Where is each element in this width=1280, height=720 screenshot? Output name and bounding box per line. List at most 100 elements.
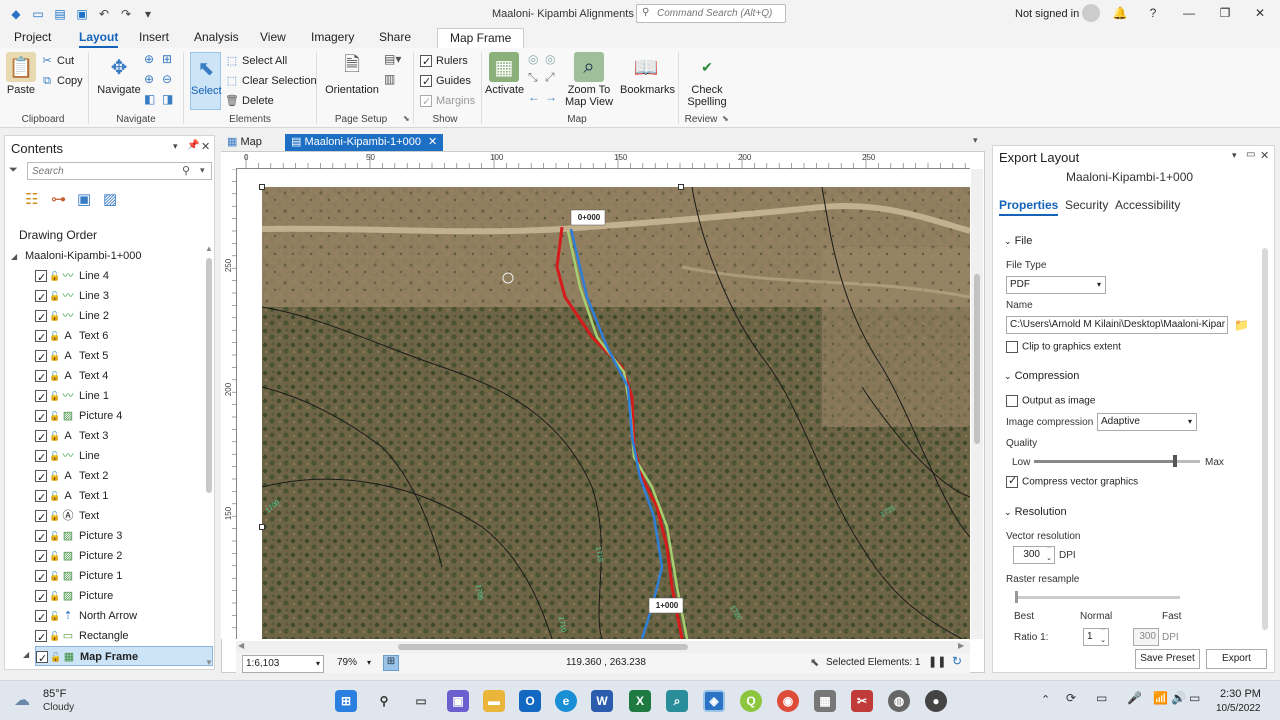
select-button[interactable]: ⬉ Select bbox=[190, 52, 222, 110]
tab-map-frame[interactable]: Map Frame bbox=[437, 28, 525, 48]
tabs-overflow-icon[interactable]: ▾ bbox=[973, 135, 978, 146]
forward-arrow-icon[interactable]: → bbox=[545, 90, 557, 104]
check-spelling-button[interactable]: ✔ Check Spelling bbox=[686, 52, 728, 108]
page-margins-icon[interactable]: ▥ bbox=[384, 72, 395, 86]
task-view-icon[interactable]: ▭ bbox=[410, 690, 432, 712]
browse-folder-icon[interactable]: 📁 bbox=[1234, 318, 1249, 332]
visibility-checkbox[interactable] bbox=[35, 568, 47, 588]
guides-checkbox[interactable]: Guides bbox=[420, 72, 471, 91]
lock-icon[interactable]: 🔓 bbox=[49, 266, 60, 286]
lock-icon[interactable]: 🔓 bbox=[49, 506, 60, 526]
compression-section-toggle[interactable]: ⌄ Compression bbox=[1004, 370, 1079, 382]
zoom-fixed-icon[interactable]: ⊞ bbox=[162, 52, 172, 66]
layer-item[interactable]: 🔓 A Text 2 bbox=[35, 466, 213, 488]
lock-icon[interactable]: 🔓 bbox=[49, 466, 60, 486]
tab-imagery[interactable]: Imagery bbox=[311, 30, 354, 44]
arcgis-pro-icon[interactable]: ◈ bbox=[703, 690, 725, 712]
weather-desc[interactable]: Cloudy bbox=[43, 702, 74, 713]
selection-handle[interactable] bbox=[259, 524, 265, 530]
chrome-icon[interactable]: ◉ bbox=[777, 690, 799, 712]
lock-icon[interactable]: 🔓 bbox=[49, 586, 60, 606]
lock-icon[interactable]: 🔓 bbox=[49, 306, 60, 326]
layer-item[interactable]: 🔓▭ Rectangle bbox=[35, 626, 213, 648]
close-pane-icon[interactable]: ✕ bbox=[201, 140, 210, 153]
wifi-icon[interactable]: 📶 bbox=[1153, 691, 1168, 705]
lock-icon[interactable]: 🔓 bbox=[49, 526, 60, 546]
layer-item[interactable]: 🔓Ⓐ Text bbox=[35, 506, 213, 528]
app-globe-icon[interactable]: ◍ bbox=[888, 690, 910, 712]
search-dropdown-icon[interactable]: ▾ bbox=[200, 165, 205, 176]
layer-item[interactable]: 🔓 A Text 5 bbox=[35, 346, 213, 368]
visibility-checkbox[interactable] bbox=[35, 328, 47, 348]
customize-toolbar-icon[interactable]: ▾ bbox=[140, 6, 156, 22]
collapse-arrow-icon[interactable]: ◢ bbox=[23, 650, 29, 659]
battery-icon[interactable]: ▭ bbox=[1189, 691, 1200, 705]
cut-button[interactable]: ✂ Cut bbox=[40, 52, 74, 70]
clock-time[interactable]: 2:30 PM bbox=[1220, 688, 1261, 700]
lock-icon[interactable]: 🔓 bbox=[49, 546, 60, 566]
pane-options-icon[interactable]: ▾ bbox=[173, 141, 178, 152]
weather-temp[interactable]: 85°F bbox=[43, 688, 66, 700]
tab-project[interactable]: Project bbox=[14, 30, 51, 44]
visibility-checkbox[interactable] bbox=[35, 368, 47, 388]
quality-slider[interactable] bbox=[1034, 455, 1200, 467]
image-compression-dropdown[interactable]: Adaptive ▾ bbox=[1097, 413, 1197, 431]
save-preset-button[interactable]: Save Preset bbox=[1135, 649, 1200, 669]
zoom-arrows-in-icon[interactable]: ⤡ bbox=[528, 70, 538, 85]
pin-icon[interactable]: 📌 bbox=[187, 140, 199, 151]
visibility-checkbox[interactable] bbox=[35, 288, 47, 308]
delete-button[interactable]: 🗑 Delete bbox=[225, 92, 274, 110]
layer-item[interactable]: 🔓▨ Picture 1 bbox=[35, 566, 213, 588]
back-arrow-icon[interactable]: ← bbox=[528, 90, 540, 104]
clock-date[interactable]: 10/5/2022 bbox=[1216, 703, 1261, 714]
tab-insert[interactable]: Insert bbox=[139, 30, 169, 44]
activate-button[interactable]: ▦ Activate bbox=[485, 52, 524, 96]
lock-icon[interactable]: 🔓 bbox=[49, 286, 60, 306]
lock-icon[interactable]: 🔓 bbox=[49, 486, 60, 506]
layout-vertical-scrollbar[interactable] bbox=[971, 169, 983, 639]
scroll-up-icon[interactable]: ▲ bbox=[205, 244, 213, 253]
selection-handle[interactable] bbox=[678, 184, 684, 190]
visibility-checkbox[interactable] bbox=[35, 488, 47, 508]
word-icon[interactable]: W bbox=[591, 690, 613, 712]
file-name-input[interactable]: C:\Users\Arnold M Kilaini\Desktop\Maalon… bbox=[1006, 316, 1228, 334]
resolution-section-toggle[interactable]: ⌄ Resolution bbox=[1004, 506, 1067, 518]
dialog-launcher-icon[interactable]: ⬊ bbox=[722, 114, 729, 123]
lock-icon[interactable]: 🔓 bbox=[49, 426, 60, 446]
lock-icon[interactable]: 🔓 bbox=[49, 406, 60, 426]
collapse-arrow-icon[interactable]: ◢ bbox=[11, 252, 17, 261]
avatar[interactable] bbox=[1082, 4, 1100, 22]
lock-icon[interactable]: 🔓 bbox=[50, 647, 61, 667]
lock-icon[interactable]: 🔓 bbox=[49, 626, 60, 646]
lock-icon[interactable]: 🔓 bbox=[49, 446, 60, 466]
navigate-button[interactable]: ✥ Navigate bbox=[96, 52, 142, 97]
zoom-out-icon[interactable]: ⊖ bbox=[162, 72, 172, 86]
edge-icon[interactable]: e bbox=[555, 690, 577, 712]
dialog-launcher-icon[interactable]: ⬊ bbox=[403, 114, 410, 123]
orientation-button[interactable]: 🗎 Orientation bbox=[324, 52, 380, 96]
scroll-thumb[interactable] bbox=[398, 644, 688, 650]
tab-layout-view[interactable]: ▤ Maaloni-Kipambi-1+000 ✕ bbox=[285, 134, 444, 151]
paste-button[interactable]: 📋 Paste bbox=[6, 52, 36, 96]
list-by-drawing-order-icon[interactable]: ☷ bbox=[25, 190, 38, 208]
zoom-to-map-view-button[interactable]: ⌕ Zoom To Map View bbox=[562, 52, 616, 108]
filter-icon[interactable]: ⏷ bbox=[9, 164, 18, 177]
export-scrollbar[interactable] bbox=[1262, 248, 1268, 630]
layer-item[interactable]: 🔓〰 Line 3 bbox=[35, 286, 213, 308]
tray-overflow-icon[interactable]: ⌃ bbox=[1041, 693, 1050, 706]
layer-item[interactable]: 🔓 A Text 3 bbox=[35, 426, 213, 448]
visibility-checkbox[interactable] bbox=[35, 528, 47, 548]
copy-button[interactable]: ⧉ Copy bbox=[40, 72, 83, 90]
visibility-checkbox[interactable] bbox=[35, 408, 47, 428]
new-project-icon[interactable]: ▭ bbox=[30, 6, 46, 22]
clip-to-graphics-checkbox[interactable]: Clip to graphics extent bbox=[1006, 341, 1121, 353]
start-icon[interactable]: ⊞ bbox=[335, 690, 357, 712]
next-extent-icon[interactable]: ◨ bbox=[162, 92, 173, 106]
layer-item[interactable]: 🔓▨ Picture 4 bbox=[35, 406, 213, 428]
tab-security[interactable]: Security bbox=[1065, 198, 1108, 212]
tab-properties[interactable]: Properties bbox=[999, 198, 1059, 216]
layer-item[interactable]: 🔓〰 Line 2 bbox=[35, 306, 213, 328]
visibility-checkbox[interactable] bbox=[35, 448, 47, 468]
pause-drawing-icon[interactable]: ❚❚ bbox=[928, 655, 946, 668]
visibility-checkbox[interactable] bbox=[35, 428, 47, 448]
